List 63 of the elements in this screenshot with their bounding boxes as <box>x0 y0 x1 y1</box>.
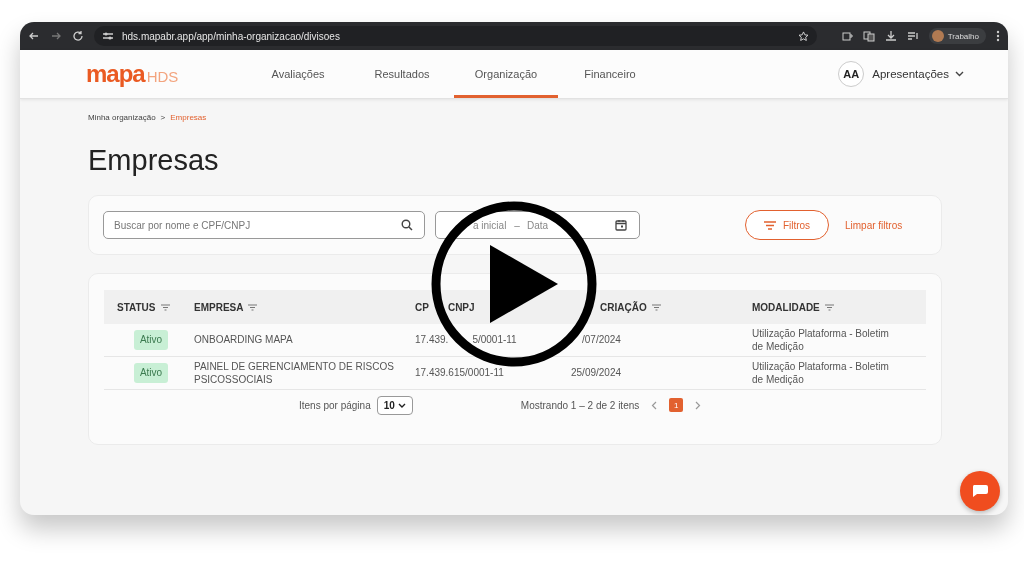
nav-tab[interactable]: Organização <box>454 50 558 98</box>
nav-tab[interactable]: Resultados <box>350 50 454 98</box>
table-cell: ONBOARDING MAPA <box>194 333 293 347</box>
date-separator: – <box>514 219 520 231</box>
address-bar[interactable]: hds.mapabr.app/app/minha-organizacao/divisoes <box>94 26 817 46</box>
column-header: CRIAÇÃO <box>600 301 647 313</box>
column-header: CP <box>415 301 429 313</box>
column-header: EMPRESA <box>194 301 244 313</box>
chevron-down-icon <box>955 71 964 77</box>
items-per-page-label: Itens por página <box>299 399 371 411</box>
back-icon[interactable] <box>28 30 40 42</box>
filter-icon[interactable] <box>651 303 661 311</box>
page-button[interactable]: 1 <box>669 398 684 412</box>
chevron-left-icon[interactable] <box>651 400 658 410</box>
account-menu[interactable]: Apresentações <box>872 68 964 80</box>
breadcrumb-link[interactable]: Minha organização <box>88 113 156 122</box>
search-icon <box>401 219 413 231</box>
filter-icon[interactable] <box>248 303 258 311</box>
chat-button[interactable] <box>960 471 1000 511</box>
filters-button[interactable]: Filtros <box>745 210 829 240</box>
reload-icon[interactable] <box>72 30 84 42</box>
search-field[interactable]: Buscar por nome e CPF/CNPJ <box>103 211 425 239</box>
column-header: CNPJ <box>447 301 475 313</box>
items-per-page-select[interactable]: 10 <box>376 395 413 415</box>
more-icon[interactable] <box>996 30 1000 42</box>
nav-tab[interactable]: Financeiro <box>558 50 662 98</box>
chevron-right-icon[interactable] <box>695 400 702 410</box>
filter-icon[interactable] <box>824 303 834 311</box>
status-badge: Ativo <box>133 363 169 383</box>
user-avatar[interactable]: AA <box>838 61 865 87</box>
calendar-icon[interactable] <box>615 219 627 231</box>
table-cell: 25/09/2024 <box>571 366 622 380</box>
column-header: STATUS <box>117 301 156 313</box>
table-cell-text: PAINEL DE GERENCIAMENTO DE RISCOS PSICOSSOCIAIS <box>194 359 395 387</box>
pagination-summary: Mostrando 1 – 2 de 2 itens <box>520 399 640 411</box>
end-date-placeholder: Data <box>526 219 549 231</box>
filter-icon[interactable] <box>160 303 170 311</box>
table-cell-text: Utilização Plataforma - Boletim de Medição <box>752 359 890 387</box>
media-icon[interactable] <box>906 30 919 42</box>
page-title: Empresas <box>88 144 220 177</box>
table-cell: 17.439.615/0001-11 <box>415 366 504 380</box>
nav-tab[interactable]: Avaliações <box>246 50 350 98</box>
table-cell: /07/2024 <box>582 333 621 347</box>
start-date-placeholder: a inicial <box>473 219 507 231</box>
table-cell: 5/0001-11 <box>472 333 517 347</box>
avatar-icon <box>931 30 944 42</box>
clear-filters-link[interactable]: Limpar filtros <box>845 219 903 231</box>
star-icon[interactable] <box>797 30 809 42</box>
extension-icon[interactable] <box>840 30 853 42</box>
filter-icon <box>763 220 776 230</box>
table-cell-text: Utilização Plataforma - Boletim de Medição <box>752 326 890 354</box>
breadcrumb-separator: > <box>160 113 166 122</box>
status-badge: Ativo <box>133 330 169 350</box>
translate-icon[interactable] <box>862 30 875 42</box>
table-cell: 17.439. <box>415 333 449 347</box>
site-settings-icon[interactable] <box>102 31 114 41</box>
chevron-down-icon <box>397 402 406 408</box>
column-header: MODALIDADE <box>752 301 820 313</box>
download-icon[interactable] <box>884 30 897 42</box>
forward-icon[interactable] <box>50 30 62 42</box>
url-text: hds.mapabr.app/app/minha-organizacao/divisoes <box>122 30 341 42</box>
chat-bubble-icon <box>971 484 989 498</box>
profile-button[interactable]: Trabalho <box>928 28 986 44</box>
